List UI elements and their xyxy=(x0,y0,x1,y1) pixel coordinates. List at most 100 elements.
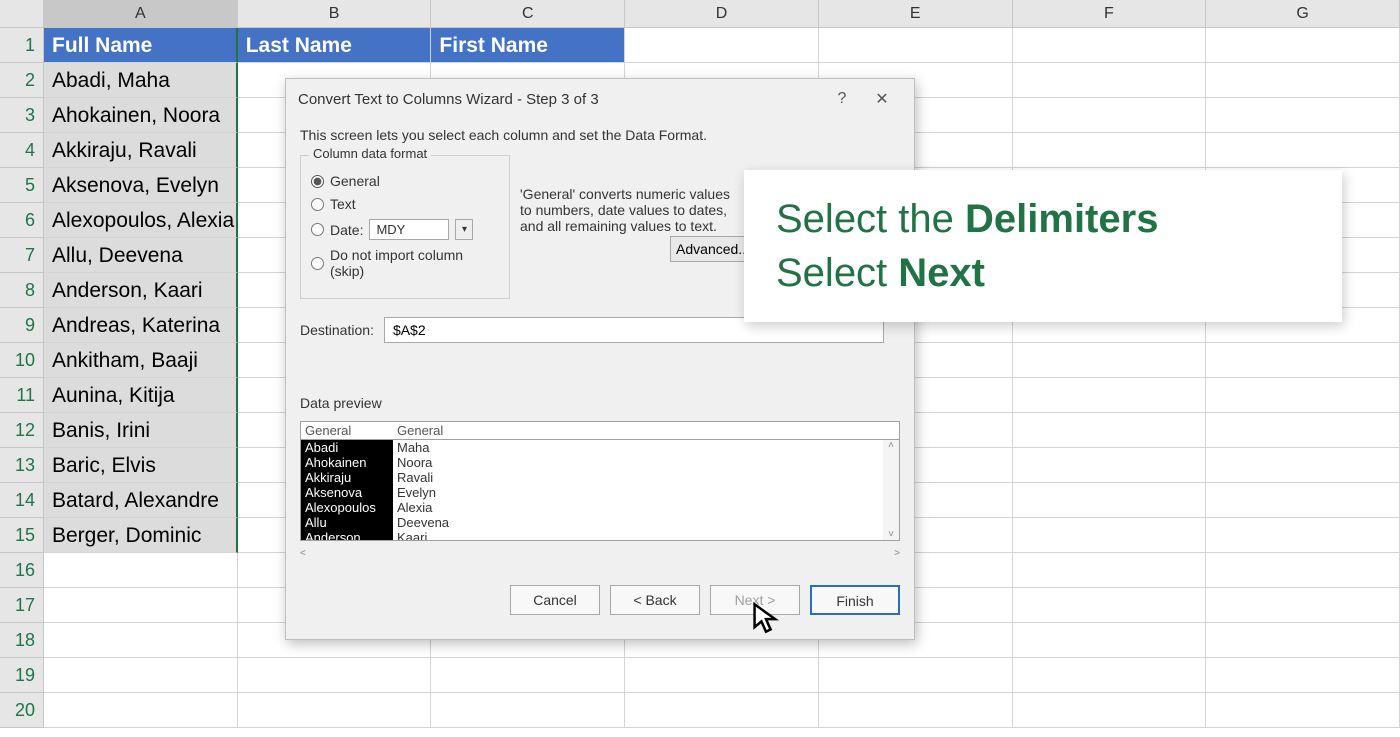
cell[interactable] xyxy=(1206,343,1400,378)
cell[interactable] xyxy=(1206,98,1400,133)
row-header[interactable]: 15 xyxy=(0,518,44,553)
cell[interactable]: Akkiraju, Ravali xyxy=(44,133,238,168)
help-button[interactable]: ? xyxy=(822,90,862,108)
cell[interactable]: Ahokainen, Noora xyxy=(44,98,238,133)
cell[interactable]: Berger, Dominic xyxy=(44,518,238,553)
cell[interactable]: Aunina, Kitija xyxy=(44,378,238,413)
cell[interactable] xyxy=(1206,553,1400,588)
corner-cell[interactable] xyxy=(0,0,44,28)
col-header-E[interactable]: E xyxy=(819,0,1013,28)
cell[interactable] xyxy=(1206,413,1400,448)
back-button[interactable]: < Back xyxy=(610,585,700,615)
cell[interactable] xyxy=(44,553,238,588)
cell[interactable]: Last Name xyxy=(238,28,432,63)
cell[interactable] xyxy=(1206,623,1400,658)
cell[interactable] xyxy=(1206,483,1400,518)
col-header-B[interactable]: B xyxy=(238,0,432,28)
cell[interactable] xyxy=(44,623,238,658)
cell[interactable] xyxy=(1206,658,1400,693)
cell[interactable] xyxy=(1013,553,1207,588)
cancel-button[interactable]: Cancel xyxy=(510,585,600,615)
row-header[interactable]: 6 xyxy=(0,203,44,238)
cell[interactable] xyxy=(44,658,238,693)
row-header[interactable]: 3 xyxy=(0,98,44,133)
cell[interactable] xyxy=(1013,518,1207,553)
cell[interactable] xyxy=(1013,133,1207,168)
row-header[interactable]: 8 xyxy=(0,273,44,308)
row-header[interactable]: 18 xyxy=(0,623,44,658)
cell[interactable]: Andreas, Katerina xyxy=(44,308,238,343)
cell[interactable] xyxy=(1206,448,1400,483)
col-header-F[interactable]: F xyxy=(1013,0,1207,28)
preview-hscroll[interactable]: <> xyxy=(300,545,900,561)
finish-button[interactable]: Finish xyxy=(810,585,900,615)
col-header-C[interactable]: C xyxy=(431,0,625,28)
cell[interactable]: Banis, Irini xyxy=(44,413,238,448)
close-button[interactable]: ✕ xyxy=(862,89,902,109)
cell[interactable] xyxy=(1206,133,1400,168)
cell[interactable] xyxy=(1206,693,1400,728)
cell[interactable] xyxy=(1013,28,1207,63)
cell[interactable] xyxy=(1013,693,1207,728)
cell[interactable] xyxy=(625,28,819,63)
cell[interactable] xyxy=(625,693,819,728)
cell[interactable] xyxy=(1206,518,1400,553)
cell[interactable]: Allu, Deevena xyxy=(44,238,238,273)
cell[interactable] xyxy=(819,658,1013,693)
cell[interactable] xyxy=(238,693,432,728)
col-header-A[interactable]: A xyxy=(44,0,238,28)
cell[interactable] xyxy=(1013,63,1207,98)
cell[interactable] xyxy=(819,693,1013,728)
cell[interactable]: Baric, Elvis xyxy=(44,448,238,483)
cell[interactable] xyxy=(431,693,625,728)
preview-vscroll[interactable]: ˄˅ xyxy=(883,440,899,540)
radio-text[interactable]: Text xyxy=(311,196,499,212)
row-header[interactable]: 4 xyxy=(0,133,44,168)
cell[interactable] xyxy=(1013,483,1207,518)
cell[interactable]: Aksenova, Evelyn xyxy=(44,168,238,203)
cell[interactable] xyxy=(1206,28,1400,63)
row-header[interactable]: 7 xyxy=(0,238,44,273)
cell[interactable]: Abadi, Maha xyxy=(44,63,238,98)
cell[interactable] xyxy=(1013,623,1207,658)
cell[interactable] xyxy=(238,658,432,693)
cell[interactable]: Full Name xyxy=(44,28,238,63)
row-header[interactable]: 12 xyxy=(0,413,44,448)
cell[interactable]: Anderson, Kaari xyxy=(44,273,238,308)
row-header[interactable]: 13 xyxy=(0,448,44,483)
cell[interactable]: Ankitham, Baaji xyxy=(44,343,238,378)
row-header[interactable]: 20 xyxy=(0,693,44,728)
row-header[interactable]: 19 xyxy=(0,658,44,693)
cell[interactable] xyxy=(1013,588,1207,623)
cell[interactable] xyxy=(625,658,819,693)
cell[interactable]: Batard, Alexandre xyxy=(44,483,238,518)
cell[interactable]: Alexopoulos, Alexia xyxy=(44,203,238,238)
cell[interactable] xyxy=(1013,413,1207,448)
next-button[interactable]: Next > xyxy=(710,585,800,615)
row-header[interactable]: 2 xyxy=(0,63,44,98)
cell[interactable] xyxy=(44,693,238,728)
row-header[interactable]: 16 xyxy=(0,553,44,588)
cell[interactable] xyxy=(1206,378,1400,413)
cell[interactable] xyxy=(819,28,1013,63)
cell[interactable] xyxy=(44,588,238,623)
row-header[interactable]: 17 xyxy=(0,588,44,623)
chevron-down-icon[interactable]: ▾ xyxy=(455,219,473,240)
cell[interactable] xyxy=(1013,448,1207,483)
cell[interactable]: First Name xyxy=(431,28,625,63)
cell[interactable] xyxy=(1013,98,1207,133)
cell[interactable] xyxy=(1013,378,1207,413)
cell[interactable] xyxy=(1206,588,1400,623)
date-format-select[interactable]: MDY xyxy=(369,219,449,240)
col-header-D[interactable]: D xyxy=(625,0,819,28)
row-header[interactable]: 14 xyxy=(0,483,44,518)
row-header[interactable]: 5 xyxy=(0,168,44,203)
radio-date[interactable]: Date: MDY▾ xyxy=(311,219,499,240)
cell[interactable] xyxy=(1013,658,1207,693)
col-header-G[interactable]: G xyxy=(1206,0,1400,28)
cell[interactable] xyxy=(431,658,625,693)
radio-general[interactable]: General xyxy=(311,173,499,189)
cell[interactable] xyxy=(1206,63,1400,98)
row-header[interactable]: 9 xyxy=(0,308,44,343)
cell[interactable] xyxy=(1013,343,1207,378)
